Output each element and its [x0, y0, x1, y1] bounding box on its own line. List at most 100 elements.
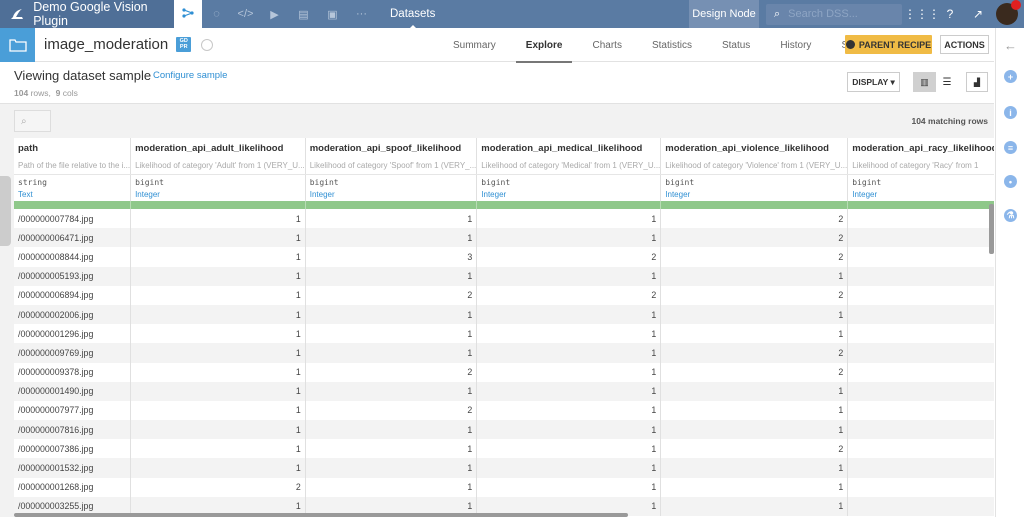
- table-cell[interactable]: 1: [130, 362, 306, 382]
- table-cell[interactable]: [847, 420, 994, 440]
- table-cell[interactable]: /000000006471.jpg: [14, 228, 132, 248]
- table-cell[interactable]: 1: [130, 304, 306, 325]
- collapse-arrow-icon[interactable]: ←: [1004, 38, 1017, 53]
- tag-icon[interactable]: [201, 38, 214, 51]
- more-nav-button[interactable]: ···: [347, 0, 376, 28]
- discussion-icon[interactable]: •: [1004, 175, 1017, 188]
- table-cell[interactable]: 2: [660, 247, 849, 267]
- schema-icon[interactable]: ≡: [1004, 141, 1017, 154]
- column-meaning[interactable]: Integer: [660, 187, 849, 201]
- tab-explore[interactable]: Explore: [515, 28, 573, 63]
- table-cell[interactable]: 1: [130, 266, 306, 286]
- table-cell[interactable]: /000000009378.jpg: [14, 362, 132, 382]
- table-cell[interactable]: /000000008844.jpg: [14, 247, 132, 267]
- table-cell[interactable]: 1: [305, 420, 478, 440]
- table-cell[interactable]: 1: [130, 458, 306, 478]
- gdpr-badge-icon[interactable]: GD PR: [176, 37, 192, 52]
- actions-button[interactable]: ACTIONS: [940, 35, 989, 54]
- chart-view-button[interactable]: ▟: [966, 72, 988, 92]
- table-cell[interactable]: 3: [305, 247, 478, 267]
- flow-nav-button[interactable]: [174, 0, 202, 28]
- table-cell[interactable]: 2: [660, 285, 849, 305]
- table-cell[interactable]: [847, 439, 994, 459]
- table-cell[interactable]: 2: [660, 362, 849, 382]
- table-cell[interactable]: 1: [660, 458, 849, 478]
- table-cell[interactable]: 1: [476, 209, 662, 229]
- help-button[interactable]: ?: [936, 0, 964, 28]
- column-header[interactable]: moderation_api_racy_likelihood: [847, 138, 994, 158]
- table-cell[interactable]: /000000001490.jpg: [14, 381, 132, 401]
- table-cell[interactable]: 2: [130, 477, 306, 497]
- info-icon[interactable]: i: [1004, 106, 1017, 119]
- code-nav-button[interactable]: </>: [231, 0, 260, 28]
- table-cell[interactable]: /000000001532.jpg: [14, 458, 132, 478]
- list-view-button[interactable]: ☰: [936, 72, 958, 92]
- lab-icon[interactable]: ⚗: [1004, 209, 1017, 222]
- table-cell[interactable]: 1: [305, 381, 478, 401]
- table-cell[interactable]: 1: [130, 400, 306, 421]
- column-meaning[interactable]: Integer: [476, 187, 662, 201]
- tab-history[interactable]: History: [770, 28, 821, 62]
- table-cell[interactable]: 1: [476, 304, 662, 325]
- project-home[interactable]: Demo Google Vision Plugin: [0, 0, 174, 28]
- display-dropdown[interactable]: DISPLAY ▾: [847, 72, 900, 92]
- search-input[interactable]: ⌕ Search DSS...: [766, 3, 902, 25]
- table-cell[interactable]: 1: [305, 458, 478, 478]
- horizontal-scrollbar[interactable]: [14, 513, 628, 517]
- table-cell[interactable]: 1: [660, 381, 849, 401]
- tab-statistics[interactable]: Statistics: [642, 28, 702, 62]
- table-cell[interactable]: 2: [305, 400, 478, 421]
- table-cell[interactable]: 2: [476, 285, 662, 305]
- activity-button[interactable]: ↗: [964, 0, 992, 28]
- table-cell[interactable]: [847, 285, 994, 305]
- column-header[interactable]: moderation_api_adult_likelihood: [130, 138, 306, 158]
- table-cell[interactable]: [847, 304, 994, 325]
- table-cell[interactable]: 1: [660, 324, 849, 344]
- table-cell[interactable]: 1: [305, 477, 478, 497]
- column-header[interactable]: moderation_api_medical_likelihood: [476, 138, 662, 158]
- table-cell[interactable]: 1: [130, 420, 306, 440]
- table-cell[interactable]: 1: [130, 439, 306, 459]
- table-cell[interactable]: 1: [130, 285, 306, 305]
- table-cell[interactable]: 1: [130, 247, 306, 267]
- table-cell[interactable]: 1: [476, 266, 662, 286]
- table-cell[interactable]: 1: [305, 343, 478, 363]
- column-meaning[interactable]: Integer: [305, 187, 478, 201]
- configure-sample-link[interactable]: Configure sample: [153, 70, 227, 81]
- table-cell[interactable]: /000000007816.jpg: [14, 420, 132, 440]
- table-cell[interactable]: 2: [476, 247, 662, 267]
- table-cell[interactable]: 2: [305, 362, 478, 382]
- table-cell[interactable]: [847, 266, 994, 286]
- column-meaning[interactable]: Text: [14, 187, 132, 201]
- table-view-button[interactable]: ▥: [913, 72, 936, 92]
- table-cell[interactable]: 1: [130, 343, 306, 363]
- filter-search-input[interactable]: ⌕: [14, 110, 51, 132]
- parent-recipe-button[interactable]: PARENT RECIPE: [845, 35, 932, 54]
- table-cell[interactable]: 1: [476, 324, 662, 344]
- table-cell[interactable]: 1: [305, 304, 478, 325]
- table-cell[interactable]: /000000009769.jpg: [14, 343, 132, 363]
- apps-button[interactable]: ⋮⋮⋮: [904, 0, 940, 28]
- table-cell[interactable]: [847, 400, 994, 421]
- table-cell[interactable]: [847, 209, 994, 229]
- column-storage-type[interactable]: bigint: [660, 174, 849, 187]
- table-cell[interactable]: 2: [660, 439, 849, 459]
- table-cell[interactable]: /000000006894.jpg: [14, 285, 132, 305]
- column-header[interactable]: path: [14, 138, 132, 158]
- table-cell[interactable]: 1: [476, 400, 662, 421]
- column-storage-type[interactable]: string: [14, 174, 132, 187]
- column-meaning[interactable]: Integer: [847, 187, 994, 201]
- table-cell[interactable]: [847, 343, 994, 363]
- recipes-nav-button[interactable]: ◌: [202, 0, 231, 28]
- jobs-nav-button[interactable]: ▶: [260, 0, 289, 28]
- table-cell[interactable]: 2: [660, 343, 849, 363]
- table-cell[interactable]: /000000007977.jpg: [14, 400, 132, 421]
- table-cell[interactable]: /000000001296.jpg: [14, 324, 132, 344]
- table-cell[interactable]: 2: [305, 285, 478, 305]
- tab-summary[interactable]: Summary: [443, 28, 506, 62]
- table-cell[interactable]: /000000007784.jpg: [14, 209, 132, 229]
- add-icon[interactable]: +: [1004, 70, 1017, 83]
- table-cell[interactable]: 1: [476, 362, 662, 382]
- table-cell[interactable]: 1: [476, 477, 662, 497]
- table-cell[interactable]: 1: [476, 228, 662, 248]
